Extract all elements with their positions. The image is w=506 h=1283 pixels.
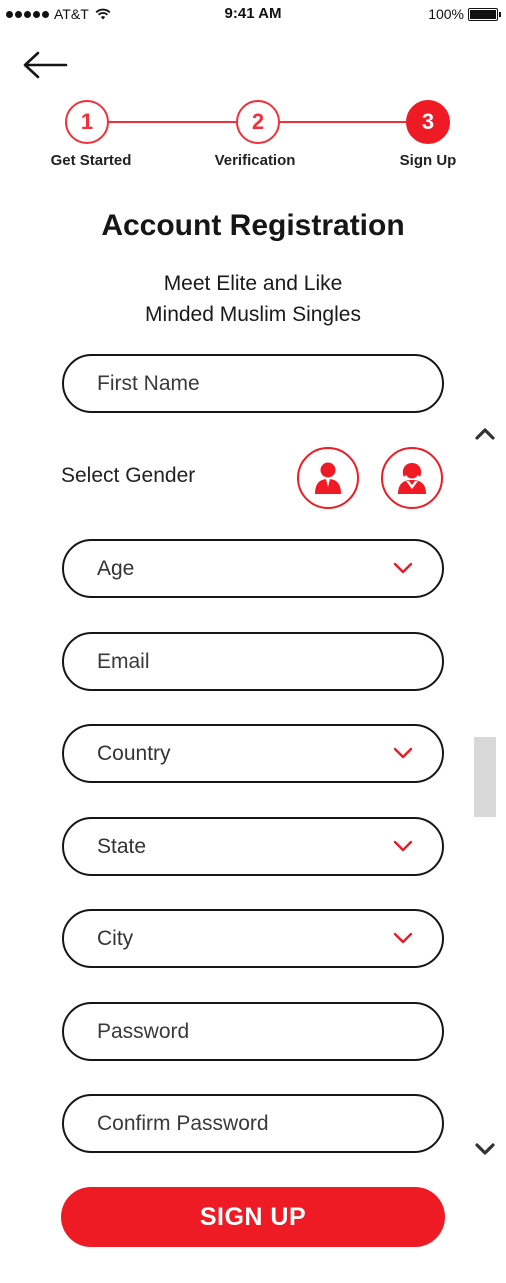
confirm-password-field[interactable] xyxy=(62,1094,444,1153)
subtitle-line-1: Meet Elite and Like xyxy=(163,272,343,295)
country-select[interactable]: Country xyxy=(62,724,444,783)
chevron-down-icon xyxy=(393,840,413,852)
subtitle-line-2: Minded Muslim Singles xyxy=(145,303,361,326)
status-bar: AT&T 9:41 AM 100% xyxy=(0,0,506,28)
male-icon xyxy=(315,462,341,494)
state-select[interactable]: State xyxy=(62,817,444,876)
confirm-password-input[interactable] xyxy=(97,1111,397,1136)
password-field[interactable] xyxy=(62,1002,444,1061)
step-connector-1 xyxy=(108,121,236,123)
status-right: 100% xyxy=(428,6,501,22)
step-3-circle: 3 xyxy=(406,100,450,144)
battery-icon xyxy=(468,7,501,21)
city-select[interactable]: City xyxy=(62,909,444,968)
progress-stepper: 1 2 3 Get Started Verification Sign Up xyxy=(0,100,506,180)
password-input[interactable] xyxy=(97,1019,397,1044)
age-select-label: Age xyxy=(97,556,135,580)
email-input[interactable] xyxy=(97,649,397,674)
first-name-field[interactable] xyxy=(62,354,444,413)
first-name-input[interactable] xyxy=(97,371,397,396)
scrollbar-thumb[interactable] xyxy=(474,737,496,817)
email-field[interactable] xyxy=(62,632,444,691)
step-1-label: Get Started xyxy=(50,152,132,169)
page-subtitle: Meet Elite and Like Minded Muslim Single… xyxy=(0,268,506,330)
male-gender-button[interactable] xyxy=(297,447,359,509)
scroll-up-chevron-icon[interactable] xyxy=(474,425,496,441)
chevron-down-icon xyxy=(393,562,413,574)
scroll-down-chevron-icon[interactable] xyxy=(474,1142,496,1158)
step-connector-2 xyxy=(279,121,406,123)
step-2-label: Verification xyxy=(214,152,296,169)
step-2-circle: 2 xyxy=(236,100,280,144)
sign-up-button[interactable]: SIGN UP xyxy=(61,1187,445,1247)
gender-label: Select Gender xyxy=(61,464,196,487)
state-select-label: State xyxy=(97,834,147,858)
step-1-circle: 1 xyxy=(65,100,109,144)
age-select[interactable]: Age xyxy=(62,539,444,598)
female-gender-button[interactable] xyxy=(381,447,443,509)
back-arrow-icon[interactable] xyxy=(22,48,68,82)
battery-percent: 100% xyxy=(428,6,464,22)
page-title: Account Registration xyxy=(101,209,405,242)
chevron-down-icon xyxy=(393,747,413,759)
city-select-label: City xyxy=(97,926,134,950)
female-icon xyxy=(398,463,426,494)
step-3-label: Sign Up xyxy=(399,152,457,169)
chevron-down-icon xyxy=(393,932,413,944)
country-select-label: Country xyxy=(97,741,171,765)
